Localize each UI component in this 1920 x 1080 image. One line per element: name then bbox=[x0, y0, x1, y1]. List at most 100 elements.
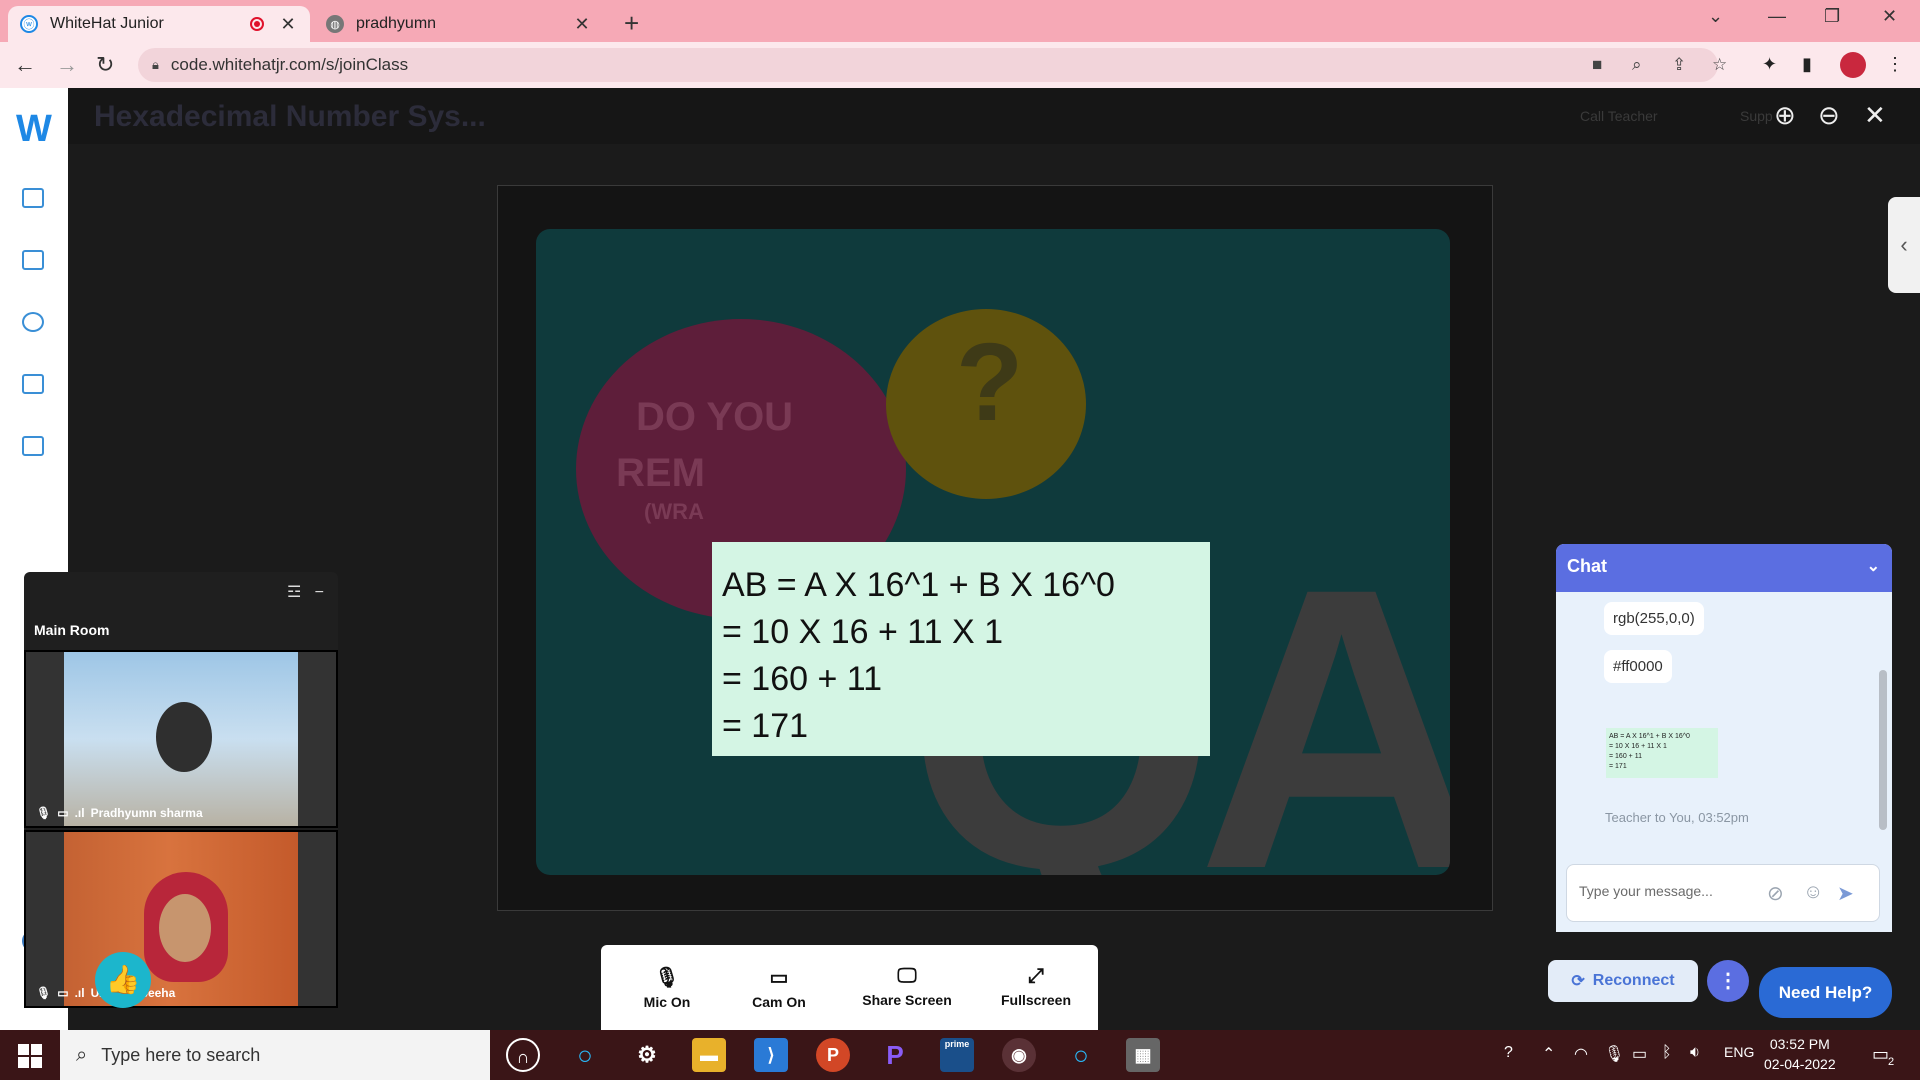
p-app-icon[interactable]: P bbox=[878, 1038, 912, 1072]
projects-icon[interactable] bbox=[22, 312, 44, 332]
address-bar-row: ← → ↻ 🔒︎ code.whitehatjr.com/s/joinClass… bbox=[0, 42, 1920, 88]
tab-pradhyumn[interactable]: ◍ pradhyumn ✕ bbox=[314, 6, 604, 42]
powerpoint-icon[interactable]: P bbox=[816, 1038, 850, 1072]
class-app: W i Hexadecimal Number Sys... Call Teach… bbox=[0, 88, 1920, 1041]
dashboard-icon[interactable] bbox=[22, 188, 44, 208]
bookmark-star-icon[interactable]: ☆ bbox=[1712, 55, 1727, 75]
chat-image-attachment[interactable]: AB = A X 16^1 + B X 16^0 = 10 X 16 + 11 … bbox=[1606, 728, 1718, 778]
mic-label: Mic On bbox=[643, 994, 691, 1010]
participant-face bbox=[159, 894, 211, 962]
zoom-icon[interactable]: ⌕ bbox=[1632, 55, 1642, 75]
app-icon[interactable]: ∩ bbox=[506, 1038, 540, 1072]
zoom-in-icon[interactable]: ⊕ bbox=[1774, 100, 1796, 131]
vscode-icon[interactable]: ⟩ bbox=[754, 1038, 788, 1072]
attachment-icon[interactable]: ⊘ bbox=[1767, 881, 1784, 906]
chevron-up-icon[interactable]: ⌃ bbox=[1542, 1044, 1555, 1064]
whitehat-logo: W bbox=[16, 108, 52, 150]
thumbs-up-button[interactable]: 👍 bbox=[95, 952, 151, 1008]
chat-scrollbar[interactable] bbox=[1878, 600, 1888, 850]
participant-name: Pradhyumn sharma bbox=[90, 806, 203, 820]
forward-button[interactable]: → bbox=[56, 52, 78, 78]
new-tab-button[interactable]: + bbox=[624, 8, 639, 39]
close-tab-icon[interactable]: ✕ bbox=[572, 14, 592, 35]
alexa-icon[interactable]: ○ bbox=[1064, 1038, 1098, 1072]
tab-title: WhiteHat Junior bbox=[50, 15, 164, 32]
maximize-button[interactable]: ❐ bbox=[1824, 6, 1840, 27]
slide-heading-line2: REM bbox=[616, 451, 705, 495]
side-panel-icon[interactable]: ▮ bbox=[1802, 54, 1812, 75]
close-tab-icon[interactable]: ✕ bbox=[278, 14, 298, 35]
share-screen-button[interactable]: 🖵 Share Screen bbox=[857, 965, 957, 1008]
document-icon[interactable] bbox=[22, 436, 44, 456]
mic-icon[interactable]: 🎙︎ bbox=[1604, 1044, 1624, 1064]
url-field[interactable]: 🔒︎ code.whitehatjr.com/s/joinClass bbox=[138, 48, 1718, 82]
battery-icon[interactable]: ▭ bbox=[1632, 1044, 1647, 1064]
slide-heading-line1: DO YOU bbox=[636, 395, 794, 439]
zoom-out-icon[interactable]: ⊖ bbox=[1818, 100, 1840, 131]
math-annotation: AB = A X 16^1 + B X 16^0 = 10 X 16 + 11 … bbox=[712, 542, 1210, 756]
send-icon[interactable]: ➤ bbox=[1837, 881, 1854, 906]
help-icon[interactable]: ? bbox=[1504, 1044, 1513, 1062]
panel-layout-icon[interactable]: ☲ − bbox=[287, 582, 324, 602]
cortana-icon[interactable]: ○ bbox=[568, 1038, 602, 1072]
video-panel: ☲ − Main Room 🎙︎ ▭ .ıl Pradhyumn sharma … bbox=[24, 572, 338, 1008]
taskbar-search[interactable]: ⌕ Type here to search bbox=[60, 1030, 490, 1080]
class-controls: 🎙︎ Mic On ▭ Cam On 🖵 Share Screen ⤢ Full… bbox=[601, 945, 1098, 1041]
settings-icon[interactable]: ⚙ bbox=[630, 1038, 664, 1072]
mic-button[interactable]: 🎙︎ Mic On bbox=[637, 965, 697, 1010]
participant-silhouette bbox=[156, 702, 212, 772]
chat-input-box: ⊘ ☺ ➤ bbox=[1566, 864, 1880, 922]
search-icon: ⌕ bbox=[76, 1043, 88, 1066]
math-line: AB = A X 16^1 + B X 16^0 bbox=[722, 566, 1115, 604]
wifi-icon[interactable]: ◠ bbox=[1574, 1044, 1588, 1064]
prime-video-icon[interactable]: prime bbox=[940, 1038, 974, 1072]
camera-icon[interactable]: ■ bbox=[1592, 55, 1602, 75]
cam-button[interactable]: ▭ Cam On bbox=[747, 965, 811, 1010]
extensions-icon[interactable]: ✦ bbox=[1762, 54, 1777, 75]
more-options-button[interactable]: ⋮ bbox=[1707, 960, 1749, 1002]
reconnect-button[interactable]: ⟳ Reconnect bbox=[1548, 960, 1698, 1002]
profile-avatar[interactable] bbox=[1840, 52, 1866, 78]
share-icon[interactable]: ⇪ bbox=[1672, 55, 1686, 75]
notes-icon[interactable] bbox=[22, 374, 44, 394]
chevron-down-icon[interactable]: ⌄ bbox=[1867, 556, 1880, 576]
calculator-icon[interactable]: ▦ bbox=[1126, 1038, 1160, 1072]
tab-whitehat-junior[interactable]: ⓦ WhiteHat Junior ✕ bbox=[8, 6, 310, 42]
back-button[interactable]: ← bbox=[14, 52, 36, 78]
participant-tile[interactable]: 🎙︎ ▭ .ıl Pradhyumn sharma bbox=[24, 650, 338, 828]
chat-header[interactable]: Chat ⌄ bbox=[1556, 544, 1892, 592]
scrollbar-thumb[interactable] bbox=[1879, 670, 1887, 830]
chrome-icon[interactable]: ◉ bbox=[1002, 1038, 1036, 1072]
share-label: Share Screen bbox=[862, 992, 952, 1008]
refresh-icon: ⟳ bbox=[1571, 973, 1585, 990]
close-icon[interactable]: ✕ bbox=[1864, 100, 1886, 131]
notification-icon[interactable]: ▭ bbox=[1872, 1044, 1889, 1065]
windows-taskbar: ⌕ Type here to search ∩ ○ ⚙ ▬ ⟩ P P prim… bbox=[0, 1030, 1920, 1080]
video-feed bbox=[64, 652, 298, 826]
volume-icon[interactable]: 🔉︎ bbox=[1690, 1044, 1700, 1062]
math-line: = 171 bbox=[722, 707, 809, 745]
fullscreen-button[interactable]: ⤢ Fullscreen bbox=[997, 965, 1075, 1008]
participant-tile[interactable]: 🎙︎ ▭ .ıl Uzma Sabeeha bbox=[24, 830, 338, 1008]
call-teacher-button[interactable]: Call Teacher bbox=[1580, 108, 1658, 124]
menu-icon[interactable]: ⋮ bbox=[1886, 54, 1904, 75]
need-help-button[interactable]: Need Help? bbox=[1759, 967, 1892, 1018]
reconnect-label: Reconnect bbox=[1592, 972, 1675, 989]
file-explorer-icon[interactable]: ▬ bbox=[692, 1038, 726, 1072]
whitehat-favicon-icon: ⓦ bbox=[20, 15, 38, 33]
collapse-sidepanel-button[interactable]: ‹ bbox=[1888, 197, 1920, 293]
time: 03:52 PM bbox=[1769, 1036, 1830, 1052]
reload-button[interactable]: ↻ bbox=[96, 52, 114, 78]
language-indicator[interactable]: ENG bbox=[1724, 1044, 1754, 1060]
windows-start-icon[interactable] bbox=[18, 1044, 42, 1068]
mic-icon: 🎙︎ bbox=[36, 986, 52, 1000]
minimize-button[interactable]: — bbox=[1768, 6, 1786, 27]
bluetooth-icon[interactable]: ᛒ bbox=[1662, 1044, 1672, 1062]
emoji-icon[interactable]: ☺ bbox=[1803, 881, 1823, 904]
clock[interactable]: 03:52 PM 02-04-2022 bbox=[1764, 1034, 1836, 1074]
close-window-button[interactable]: ✕ bbox=[1882, 6, 1897, 27]
tab-search-icon[interactable]: ⌄ bbox=[1708, 6, 1723, 27]
chat-message-input[interactable] bbox=[1579, 883, 1769, 899]
support-button[interactable]: Supp bbox=[1740, 108, 1773, 124]
book-icon[interactable] bbox=[22, 250, 44, 270]
